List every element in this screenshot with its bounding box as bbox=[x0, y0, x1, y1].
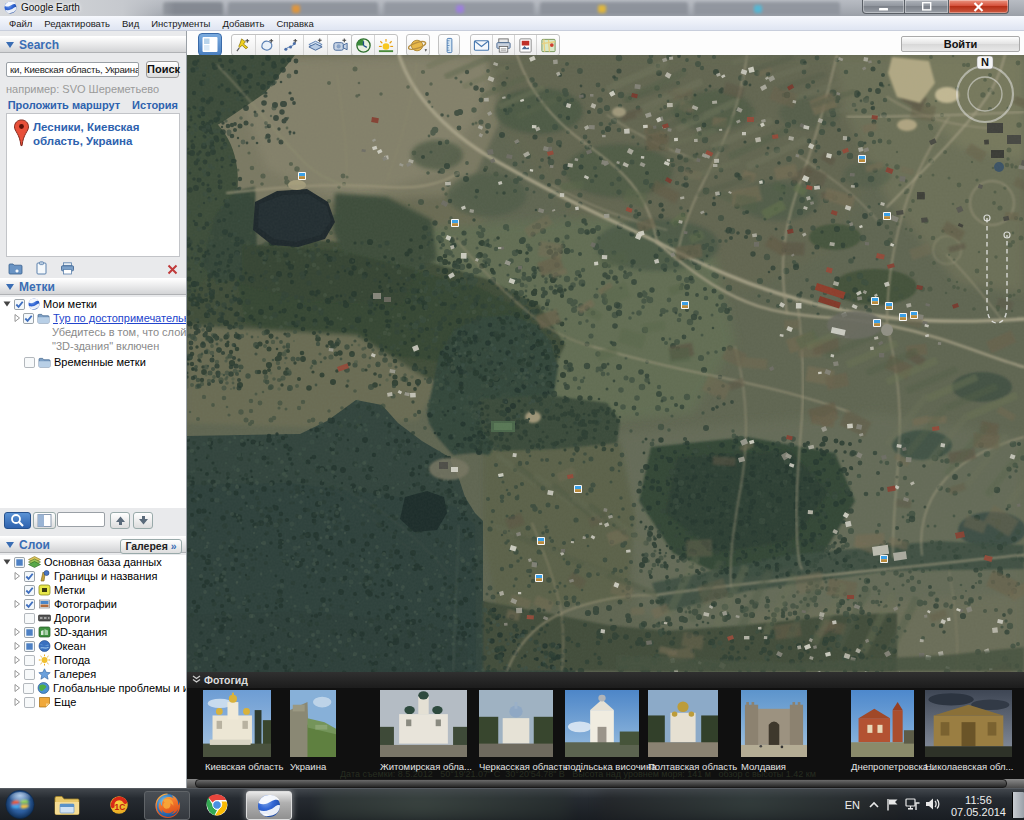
svg-text:N: N bbox=[981, 56, 989, 68]
svg-text:1С: 1С bbox=[115, 802, 126, 812]
